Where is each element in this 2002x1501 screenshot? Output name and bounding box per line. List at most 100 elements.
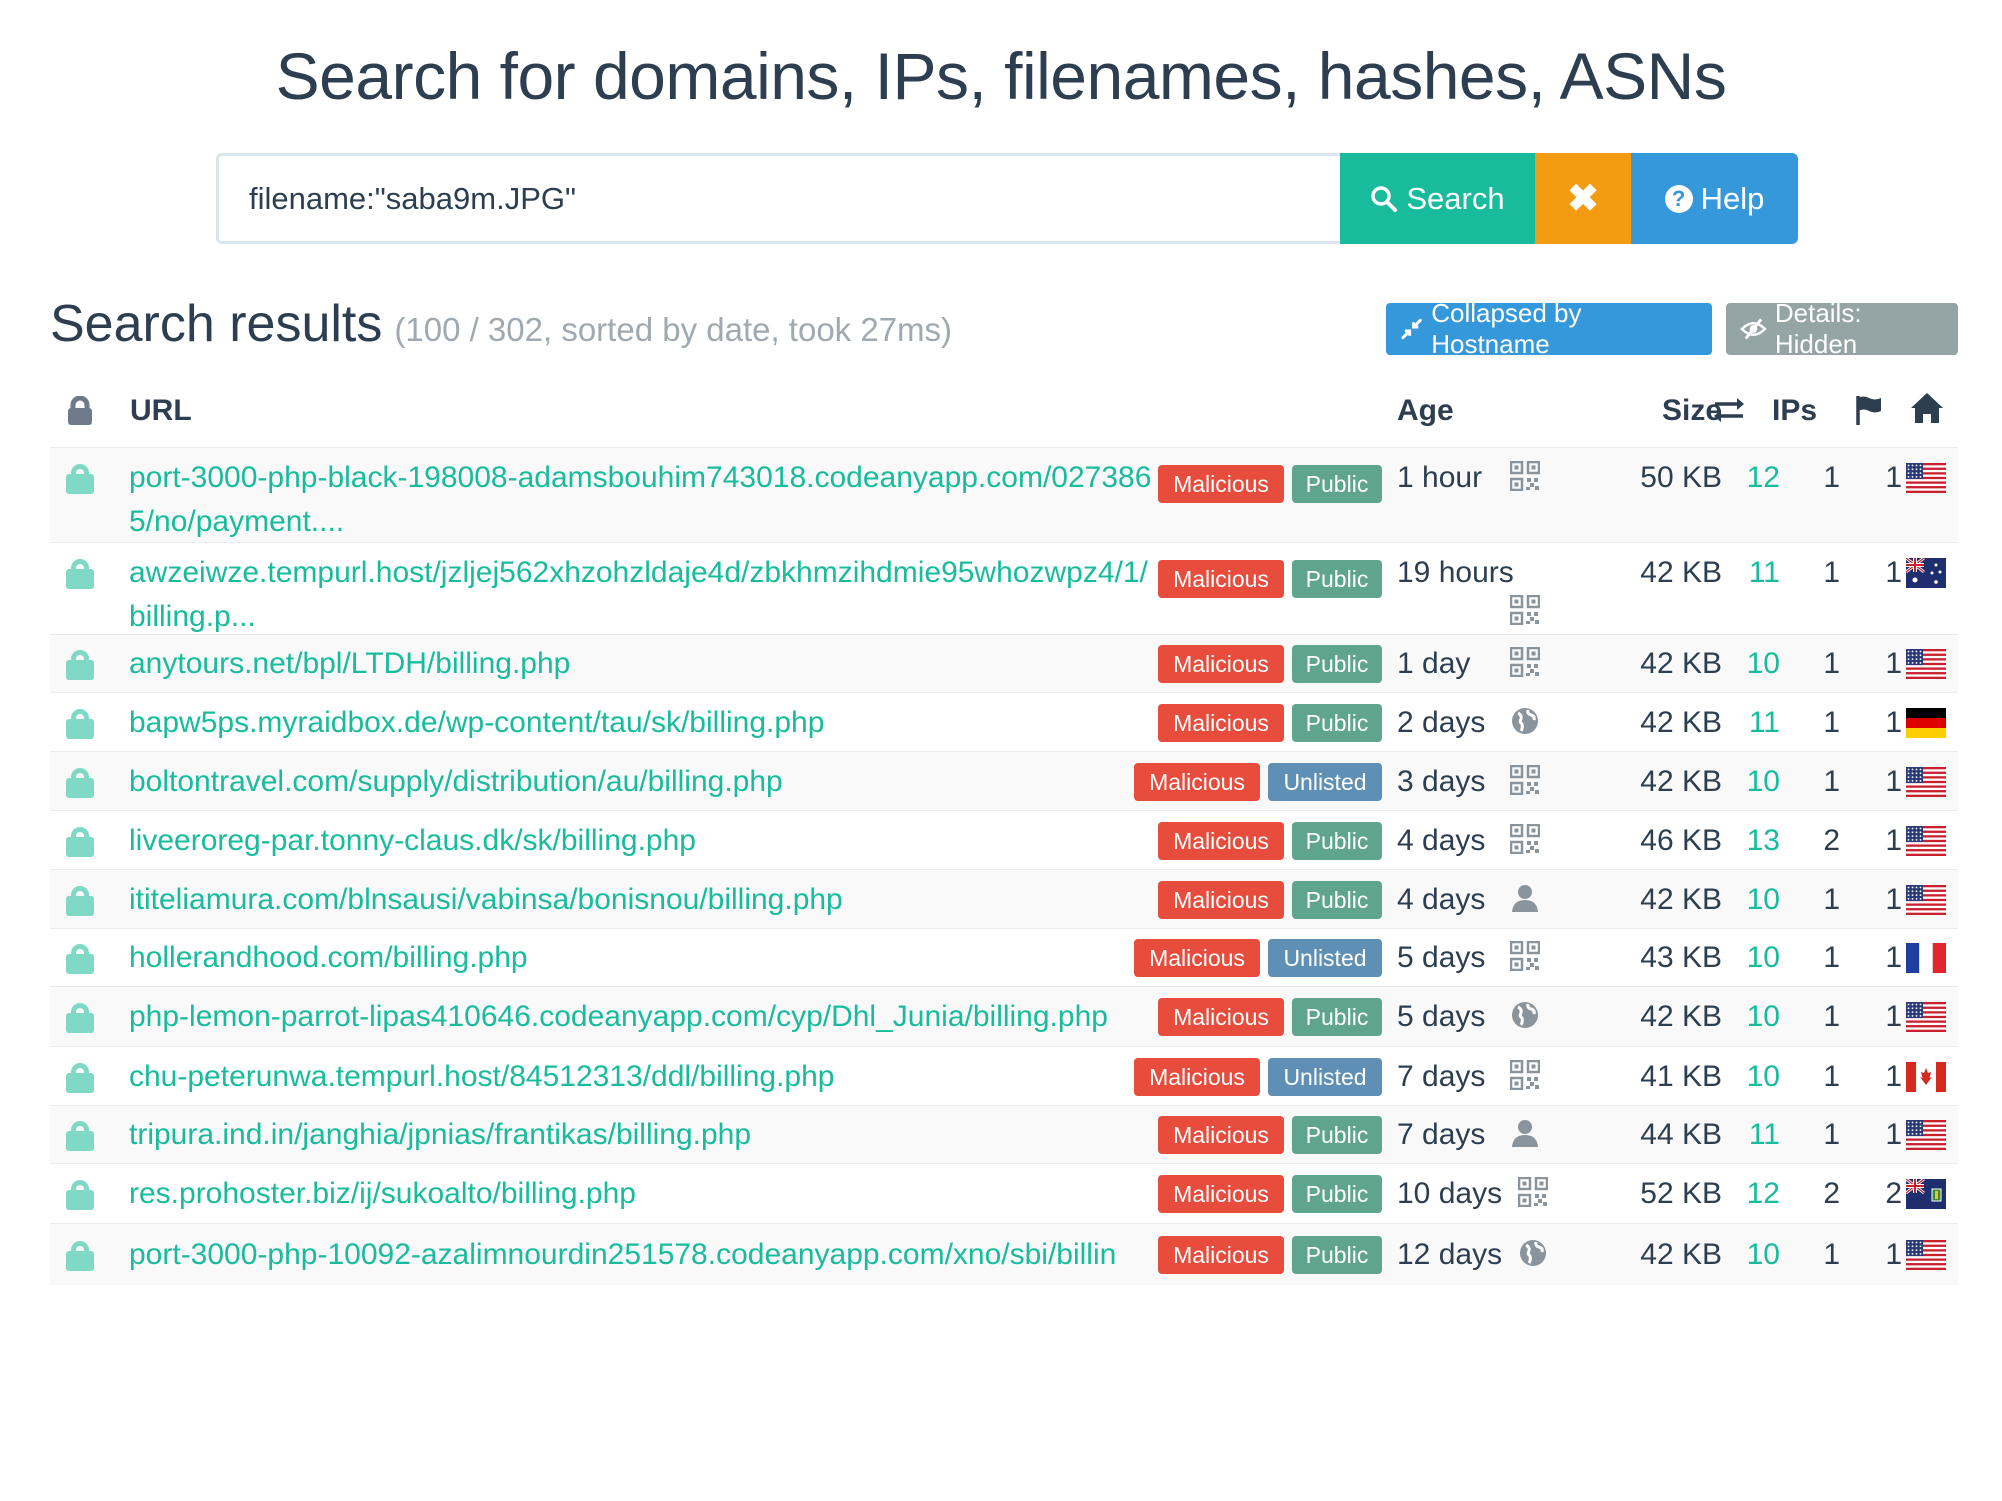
- flag-us-icon: [1906, 1120, 1946, 1150]
- asn-count: 1: [1885, 556, 1902, 589]
- column-url[interactable]: URL: [130, 394, 192, 428]
- transfers-link[interactable]: 11: [1700, 551, 1780, 595]
- transfers-link[interactable]: 10: [1700, 1055, 1780, 1099]
- table-row[interactable]: bapw5ps.myraidbox.de/wp-content/tau/sk/b…: [50, 692, 1958, 751]
- user-icon: [1510, 883, 1542, 915]
- table-row[interactable]: port-3000-php-10092-azalimnourdin251578.…: [50, 1223, 1958, 1285]
- table-row[interactable]: port-3000-php-black-198008-adamsbouhim74…: [50, 447, 1958, 542]
- result-url-link[interactable]: hollerandhood.com/billing.php: [129, 936, 1124, 980]
- lock-column-icon: [65, 395, 95, 434]
- unlock-icon: [66, 886, 94, 916]
- result-url-link[interactable]: ititeliamura.com/blnsausi/vabinsa/bonisn…: [129, 878, 1148, 922]
- search-button-label: Search: [1406, 180, 1505, 216]
- result-url-link[interactable]: liveeroreg-par.tonny-claus.dk/sk/billing…: [129, 819, 1148, 863]
- flag-column-icon[interactable]: [1854, 394, 1884, 434]
- clear-button[interactable]: ✖: [1535, 153, 1631, 244]
- result-url-link[interactable]: port-3000-php-10092-azalimnourdin251578.…: [129, 1233, 1148, 1277]
- flag-fr-icon: [1906, 943, 1946, 973]
- unlock-icon: [66, 1180, 94, 1210]
- table-row[interactable]: php-lemon-parrot-lipas410646.codeanyapp.…: [50, 986, 1958, 1046]
- table-row[interactable]: awzeiwze.tempurl.host/jzljej562xhzohzlda…: [50, 542, 1958, 634]
- qr-code-icon: [1509, 823, 1542, 856]
- qr-code-icon: [1509, 1059, 1542, 1092]
- age-text: 2 days: [1397, 706, 1486, 739]
- result-url-link[interactable]: bapw5ps.myraidbox.de/wp-content/tau/sk/b…: [129, 701, 1148, 745]
- result-url-link[interactable]: php-lemon-parrot-lipas410646.codeanyapp.…: [129, 995, 1148, 1039]
- results-title: Search results: [50, 295, 383, 353]
- ips-count: 1: [1823, 706, 1840, 739]
- flag-us-icon: [1906, 1240, 1946, 1270]
- age-text: 4 days: [1397, 824, 1486, 857]
- ips-count: 2: [1823, 824, 1840, 857]
- verdict-badge: Malicious: [1134, 1058, 1260, 1096]
- table-row[interactable]: anytours.net/bpl/LTDH/billing.php Malicio…: [50, 634, 1958, 692]
- search-input[interactable]: [216, 153, 1340, 244]
- transfers-column-icon[interactable]: [1713, 396, 1745, 432]
- verdict-badge: Malicious: [1158, 645, 1284, 683]
- transfers-link[interactable]: 11: [1700, 701, 1780, 745]
- verdict-badge: Malicious: [1158, 881, 1284, 919]
- verdict-badge: Malicious: [1158, 822, 1284, 860]
- qr-code-icon: [1509, 940, 1542, 973]
- results-meta: (100 / 302, sorted by date, took 27ms): [394, 311, 953, 348]
- column-age[interactable]: Age: [1397, 394, 1454, 428]
- table-row[interactable]: boltontravel.com/supply/distribution/au/…: [50, 751, 1958, 810]
- asn-count: 1: [1885, 1060, 1902, 1093]
- transfers-link[interactable]: 10: [1700, 936, 1780, 980]
- age-text: 12 days: [1397, 1238, 1503, 1271]
- collapse-by-hostname-button[interactable]: Collapsed by Hostname: [1386, 298, 1712, 359]
- result-url-link[interactable]: port-3000-php-black-198008-adamsbouhim74…: [129, 456, 1154, 544]
- column-size[interactable]: Size: [1618, 394, 1722, 428]
- verdict-badge: Malicious: [1158, 1175, 1284, 1213]
- result-url-link[interactable]: chu-peterunwa.tempurl.host/84512313/ddl/…: [129, 1055, 1124, 1099]
- table-row[interactable]: chu-peterunwa.tempurl.host/84512313/ddl/…: [50, 1046, 1958, 1105]
- transfers-link[interactable]: 11: [1700, 1113, 1780, 1157]
- visibility-badge: Public: [1292, 1116, 1382, 1154]
- search-button[interactable]: Search: [1340, 153, 1535, 244]
- result-url-link[interactable]: boltontravel.com/supply/distribution/au/…: [129, 760, 1124, 804]
- visibility-badge: Public: [1292, 822, 1382, 860]
- unlock-icon: [66, 944, 94, 974]
- asn-count: 2: [1885, 1177, 1902, 1210]
- help-button-label: Help: [1700, 180, 1765, 216]
- result-url-link[interactable]: tripura.ind.in/janghia/jpnias/frantikas/…: [129, 1113, 1148, 1157]
- table-row[interactable]: liveeroreg-par.tonny-claus.dk/sk/billing…: [50, 810, 1958, 869]
- visibility-badge: Public: [1292, 1236, 1382, 1274]
- table-row[interactable]: tripura.ind.in/janghia/jpnias/frantikas/…: [50, 1105, 1958, 1163]
- table-row[interactable]: res.prohoster.biz/ij/sukoalto/billing.ph…: [50, 1163, 1958, 1223]
- transfers-link[interactable]: 10: [1700, 642, 1780, 686]
- collapse-by-hostname-label: Collapsed by Hostname: [1431, 298, 1582, 359]
- visibility-badge: Public: [1292, 465, 1382, 503]
- transfers-link[interactable]: 12: [1700, 1172, 1780, 1216]
- transfers-link[interactable]: 10: [1700, 760, 1780, 804]
- ips-count: 1: [1823, 883, 1840, 916]
- result-url-link[interactable]: res.prohoster.biz/ij/sukoalto/billing.ph…: [129, 1172, 1148, 1216]
- page-title: Search for domains, IPs, filenames, hash…: [275, 39, 1727, 113]
- result-url-link[interactable]: anytours.net/bpl/LTDH/billing.php: [129, 642, 1148, 686]
- verdict-badge: Malicious: [1158, 998, 1284, 1036]
- transfers-link[interactable]: 10: [1700, 1233, 1780, 1277]
- result-url-link[interactable]: awzeiwze.tempurl.host/jzljej562xhzohzlda…: [129, 551, 1154, 639]
- visibility-badge: Public: [1292, 998, 1382, 1036]
- visibility-badge: Public: [1292, 560, 1382, 598]
- transfers-link[interactable]: 10: [1700, 995, 1780, 1039]
- transfers-link[interactable]: 13: [1700, 819, 1780, 863]
- verdict-badge: Malicious: [1158, 465, 1284, 503]
- transfers-link[interactable]: 10: [1700, 878, 1780, 922]
- home-column-icon[interactable]: [1910, 392, 1944, 432]
- ips-count: 1: [1823, 461, 1840, 494]
- details-toggle-label: Details: Hidden: [1774, 298, 1862, 359]
- table-row[interactable]: hollerandhood.com/billing.php Malicious Un…: [50, 928, 1958, 986]
- help-button[interactable]: ? Help: [1631, 153, 1798, 244]
- table-row[interactable]: ititeliamura.com/blnsausi/vabinsa/bonisn…: [50, 869, 1958, 928]
- unlock-icon: [66, 768, 94, 798]
- verdict-badge: Malicious: [1158, 1116, 1284, 1154]
- age-text: 7 days: [1397, 1060, 1486, 1093]
- ips-count: 1: [1823, 1060, 1840, 1093]
- details-toggle-button[interactable]: Details: Hidden: [1726, 298, 1958, 359]
- flag-us-icon: [1906, 767, 1946, 797]
- age-text: 7 days: [1397, 1118, 1486, 1151]
- transfers-link[interactable]: 12: [1700, 456, 1780, 500]
- column-ips[interactable]: IPs: [1772, 394, 1817, 428]
- qr-code-icon: [1517, 1176, 1550, 1209]
